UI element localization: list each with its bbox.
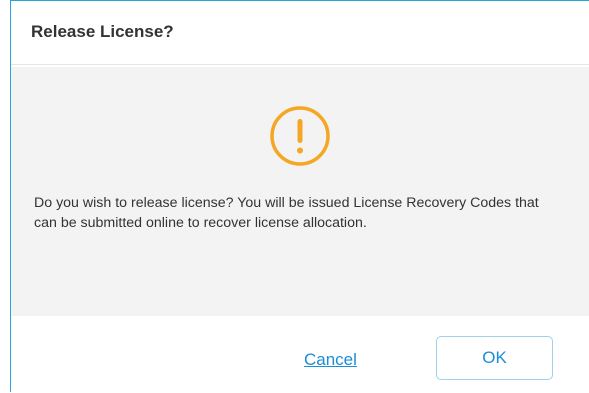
dialog-message: Do you wish to release license? You will…	[34, 195, 539, 231]
ok-button[interactable]: OK	[436, 336, 553, 380]
dialog-title: Release License?	[31, 21, 174, 41]
dialog-body: Do you wish to release license? You will…	[11, 67, 589, 316]
dialog-header: Release License?	[11, 0, 589, 65]
cancel-link[interactable]: Cancel	[304, 350, 357, 370]
exclamation-circle-icon	[269, 105, 331, 167]
dialog-footer: Cancel OK	[11, 316, 589, 393]
release-license-dialog: Release License? Do you wish to release …	[10, 0, 589, 393]
